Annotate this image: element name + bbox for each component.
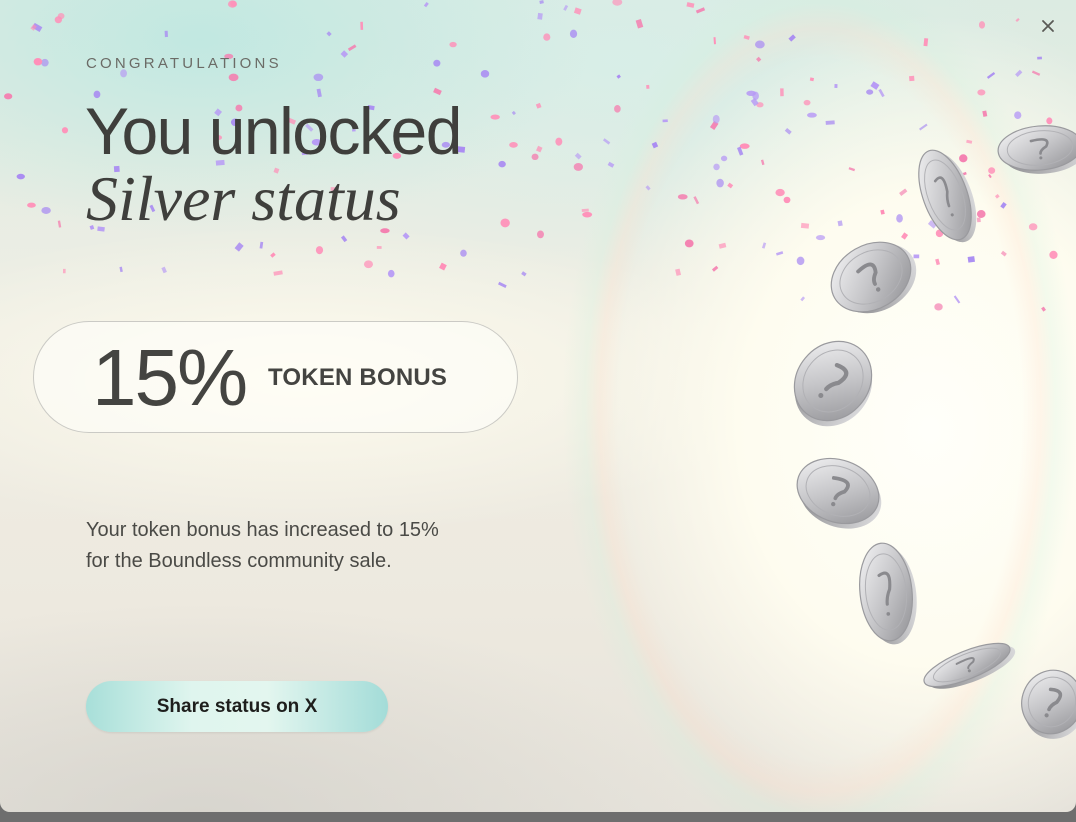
bonus-value: 15% (92, 333, 248, 422)
description: Your token bonus has increased to 15% fo… (86, 515, 506, 577)
close-button[interactable] (1036, 14, 1060, 38)
silver-coin-icon (796, 457, 882, 529)
silver-coin-icon (793, 340, 873, 427)
description-line-2: for the Boundless community sale. (86, 550, 392, 572)
bonus-label: TOKEN BONUS (268, 364, 448, 391)
silver-coin-icon (859, 542, 917, 645)
bonus-pill: 15% TOKEN BONUS (33, 321, 518, 433)
title-line-1: You unlocked (85, 94, 462, 168)
silver-coin-icon (830, 241, 917, 314)
share-on-x-button[interactable]: Share status on X (86, 681, 388, 732)
status-modal: CONGRATULATIONS You unlocked Silver stat… (0, 0, 1076, 812)
close-icon (1042, 20, 1054, 32)
silver-coin-icon (997, 125, 1076, 174)
description-line-1: Your token bonus has increased to 15% (86, 519, 439, 541)
title-line-2: Silver status (86, 163, 401, 234)
silver-coin-icon (1021, 669, 1076, 739)
silver-coin-icon (923, 642, 1016, 689)
silver-coin-icon (918, 149, 977, 243)
eyebrow-label: CONGRATULATIONS (86, 55, 282, 72)
